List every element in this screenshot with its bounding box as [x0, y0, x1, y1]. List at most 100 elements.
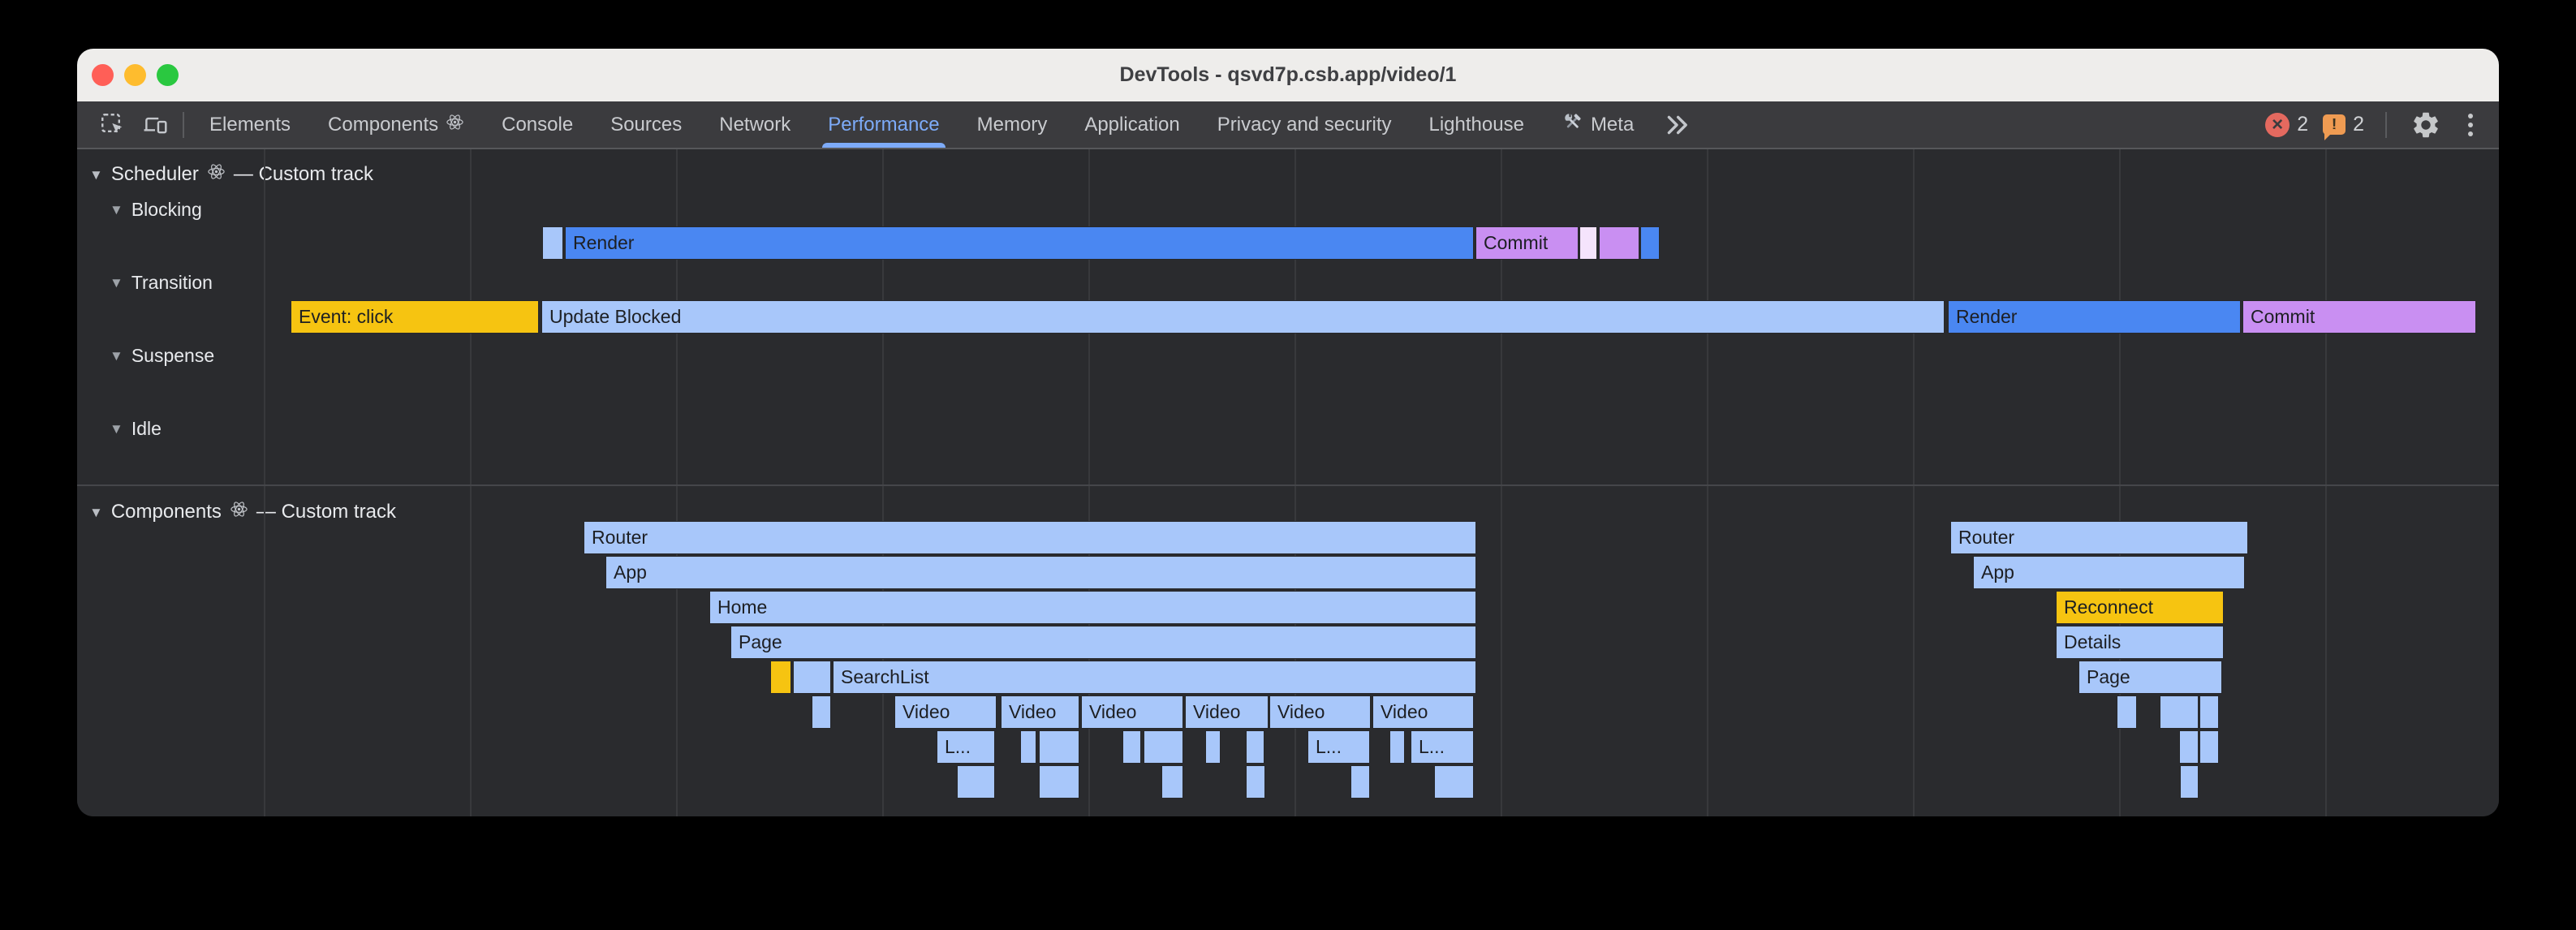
- collapse-triangle-icon[interactable]: ▼: [89, 506, 103, 519]
- components-flame-bar[interactable]: [2160, 695, 2199, 729]
- toolbar-separator: [183, 112, 184, 138]
- components-flame-bar[interactable]: [1350, 765, 1370, 799]
- components-flame-bar-page[interactable]: Page: [730, 626, 1476, 659]
- toolbar-right: × 2 ! 2: [2265, 101, 2499, 148]
- components-flame-bar[interactable]: [1039, 765, 1079, 799]
- components-flame-bar-router[interactable]: Router: [584, 521, 1476, 554]
- components-flame-bar-l-[interactable]: L...: [1411, 730, 1474, 764]
- scheduler-flame-bar-commit[interactable]: Commit: [1475, 226, 1579, 260]
- components-flame-bar-details[interactable]: Details: [2056, 626, 2224, 659]
- components-flame-bar[interactable]: [1205, 730, 1221, 764]
- close-window-button[interactable]: [92, 64, 114, 86]
- components-flame-bar[interactable]: [1246, 765, 1265, 799]
- components-flame-bar[interactable]: [1161, 765, 1183, 799]
- components-flame-bar-video[interactable]: Video: [1001, 695, 1079, 729]
- components-flame-bar[interactable]: [1434, 765, 1474, 799]
- gridline: [264, 149, 265, 816]
- components-flame-bar[interactable]: [1246, 730, 1264, 764]
- tab-label: Sources: [610, 114, 682, 136]
- inspect-cursor-icon[interactable]: [92, 101, 134, 148]
- flame-bar-label: L...: [937, 736, 971, 758]
- components-flame-bar[interactable]: [2199, 695, 2219, 729]
- tab-label: Privacy and security: [1217, 114, 1392, 136]
- components-flame-bar-video[interactable]: Video: [1269, 695, 1371, 729]
- scheduler-flame-bar[interactable]: [1599, 226, 1639, 260]
- lane-label-blocking[interactable]: ▼Blocking: [110, 199, 202, 221]
- components-flame-bar-page[interactable]: Page: [2078, 661, 2222, 694]
- lane-label-suspense[interactable]: ▼ Suspense: [110, 345, 214, 367]
- scheduler-flame-bar[interactable]: [542, 226, 563, 260]
- components-flame-bar[interactable]: [1389, 730, 1405, 764]
- scheduler-flame-bar-commit[interactable]: Commit: [2242, 300, 2476, 334]
- components-flame-bar-video[interactable]: Video: [1081, 695, 1183, 729]
- components-track-header[interactable]: ▼ Components — Custom track: [89, 500, 396, 524]
- scheduler-flame-bar[interactable]: [1640, 226, 1660, 260]
- scheduler-flame-bar-event-click[interactable]: Event: click: [291, 300, 539, 334]
- components-flame-bar-searchlist[interactable]: SearchList: [833, 661, 1476, 694]
- collapse-triangle-icon[interactable]: ▼: [110, 422, 123, 436]
- components-flame-bar[interactable]: [2180, 765, 2199, 799]
- components-flame-bar[interactable]: [1039, 730, 1079, 764]
- collapse-triangle-icon[interactable]: ▼: [89, 168, 103, 182]
- components-flame-bar-video[interactable]: Video: [1185, 695, 1269, 729]
- components-flame-bar-reconnect[interactable]: Reconnect: [2056, 591, 2224, 624]
- components-flame-bar-home[interactable]: Home: [709, 591, 1476, 624]
- tab-memory[interactable]: Memory: [958, 101, 1066, 148]
- components-flame-bar-l-[interactable]: L...: [1307, 730, 1370, 764]
- track-separator: [77, 484, 2499, 486]
- gear-icon[interactable]: [2408, 101, 2444, 148]
- tab-network[interactable]: Network: [700, 101, 809, 148]
- scheduler-flame-bar-render[interactable]: Render: [1948, 300, 2241, 334]
- warning-badge[interactable]: ! 2: [2323, 113, 2364, 136]
- flame-bar-label: L...: [1411, 736, 1445, 758]
- zoom-window-button[interactable]: [157, 64, 179, 86]
- collapse-triangle-icon[interactable]: ▼: [110, 276, 123, 290]
- components-flame-bar-video[interactable]: Video: [894, 695, 997, 729]
- device-toolbar-icon[interactable]: [134, 101, 176, 148]
- tab-sources[interactable]: Sources: [592, 101, 700, 148]
- collapse-triangle-icon[interactable]: ▼: [110, 349, 123, 363]
- tab-components[interactable]: Components: [309, 101, 483, 148]
- panel-tabs: ElementsComponentsConsole Sources Network P…: [191, 101, 1652, 148]
- components-flame-bar[interactable]: [1122, 730, 1141, 764]
- tab-elements[interactable]: Elements: [191, 101, 309, 148]
- components-flame-bar-l-[interactable]: L...: [937, 730, 995, 764]
- three-dot-menu-icon[interactable]: [2458, 114, 2483, 136]
- components-flame-bar[interactable]: [2179, 730, 2199, 764]
- chevron-double-right-icon[interactable]: [1652, 101, 1701, 148]
- components-flame-bar[interactable]: [1144, 730, 1183, 764]
- collapse-triangle-icon[interactable]: ▼: [110, 203, 123, 217]
- track-subtitle: — Custom track: [234, 163, 373, 186]
- lane-label-idle[interactable]: ▼Idle: [110, 418, 162, 440]
- error-badge[interactable]: × 2: [2265, 113, 2308, 137]
- tab-console[interactable]: Console: [483, 101, 592, 148]
- components-flame-bar[interactable]: [2199, 730, 2219, 764]
- components-flame-bar[interactable]: [957, 765, 995, 799]
- devtools-window: DevTools - qsvd7p.csb.app/video/1 Elemen…: [77, 49, 2499, 816]
- minimize-window-button[interactable]: [124, 64, 146, 86]
- components-flame-bar[interactable]: [1020, 730, 1036, 764]
- components-flame-bar[interactable]: [812, 695, 831, 729]
- tab-meta[interactable]: Meta: [1543, 101, 1652, 148]
- components-flame-bar-app[interactable]: App: [605, 556, 1476, 589]
- components-flame-bar-app[interactable]: App: [1973, 556, 2245, 589]
- components-flame-bar-video[interactable]: Video: [1372, 695, 1474, 729]
- tab-lighthouse[interactable]: Lighthouse: [1411, 101, 1543, 148]
- lane-label-text: Suspense: [131, 345, 214, 367]
- lane-label-transition[interactable]: ▼Transition: [110, 272, 213, 294]
- components-flame-bar-router[interactable]: Router: [1950, 521, 2248, 554]
- scheduler-flame-bar[interactable]: [1579, 226, 1597, 260]
- tab-privacy-and-security[interactable]: Privacy and security: [1199, 101, 1411, 148]
- tab-label: Network: [719, 114, 790, 136]
- scheduler-track-header[interactable]: ▼ Scheduler — Custom track: [89, 162, 373, 187]
- flame-bar-label: Render: [1949, 306, 2017, 328]
- components-flame-bar[interactable]: [2117, 695, 2137, 729]
- react-atom-icon: [207, 162, 226, 187]
- components-flame-bar[interactable]: [770, 661, 791, 694]
- scheduler-flame-bar-render[interactable]: Render: [565, 226, 1474, 260]
- tab-performance[interactable]: Performance: [809, 101, 958, 148]
- scheduler-flame-bar-update-blocked[interactable]: Update Blocked: [541, 300, 1945, 334]
- error-circle-icon: ×: [2265, 113, 2290, 137]
- tab-application[interactable]: Application: [1066, 101, 1198, 148]
- components-flame-bar[interactable]: [793, 661, 831, 694]
